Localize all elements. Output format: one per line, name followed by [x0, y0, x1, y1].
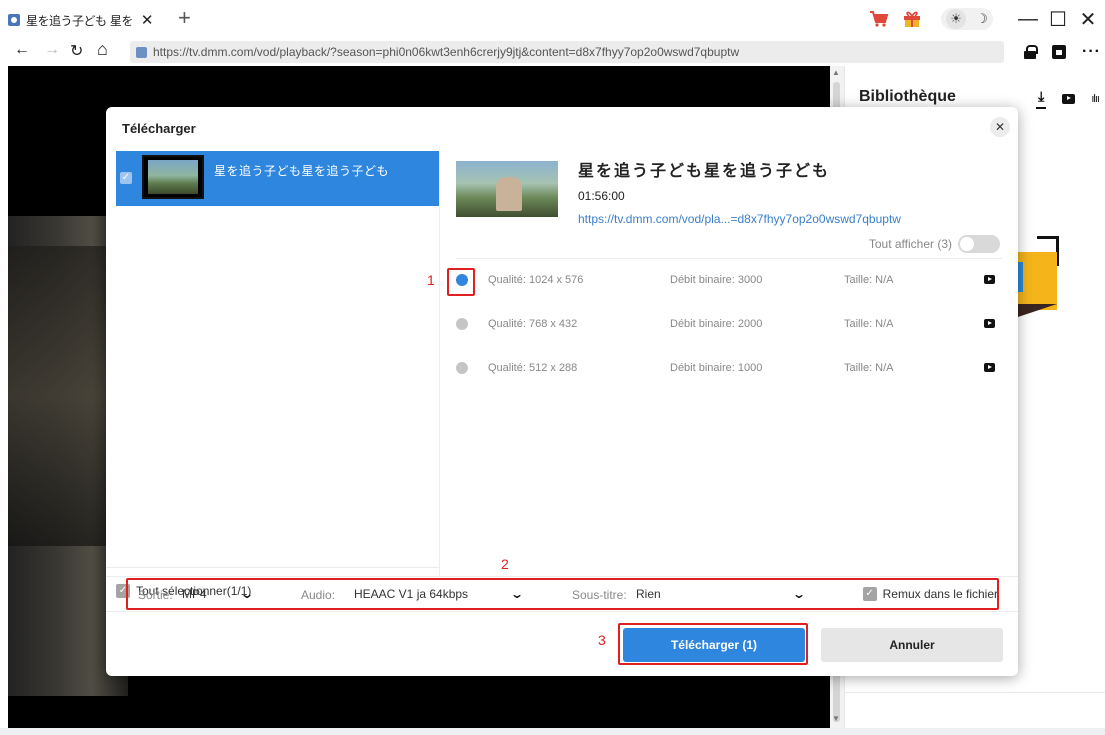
- forward-icon[interactable]: →: [44, 41, 60, 59]
- library-tabs: ⤓ ılıı: [1036, 88, 1100, 109]
- video-list-item[interactable]: ✓ 星を追う子ども星を追う子ども: [116, 151, 439, 206]
- toggle-switch[interactable]: [958, 235, 1000, 253]
- address-bar-actions: ···: [1024, 40, 1101, 64]
- annotation-number: 2: [501, 556, 509, 572]
- home-icon[interactable]: ⌂: [97, 39, 108, 60]
- download-tab-icon[interactable]: ⤓: [1036, 88, 1047, 109]
- divider: [106, 567, 440, 568]
- annotation-box-download: [618, 623, 808, 665]
- bitrate-label: Débit binaire: 2000: [670, 318, 763, 330]
- quality-option[interactable]: Qualité: 1024 x 576 Débit binaire: 3000 …: [456, 268, 1002, 292]
- theme-toggle[interactable]: ☀ ☽: [941, 8, 993, 30]
- scroll-up-icon[interactable]: ▲: [832, 68, 840, 77]
- video-title: 星を追う子ども星を追う子ども: [578, 161, 831, 180]
- new-tab-button[interactable]: +: [178, 5, 191, 31]
- more-icon[interactable]: ···: [1082, 43, 1101, 61]
- sun-icon: ☀: [946, 9, 967, 29]
- lock-icon[interactable]: [1024, 45, 1039, 59]
- dialog-title: Télécharger: [122, 121, 196, 136]
- bitrate-label: Débit binaire: 1000: [670, 362, 763, 374]
- tab-bar: 星を追う子ども 星を ✕ + ☀ ☽ — ☐ ✕: [0, 0, 1105, 38]
- quality-label: Qualité: 512 x 288: [488, 362, 578, 374]
- video-thumbnail: [456, 161, 558, 217]
- size-label: Taille: N/A: [844, 318, 894, 330]
- scroll-down-icon[interactable]: ▼: [832, 714, 840, 723]
- back-icon[interactable]: ←: [14, 41, 30, 59]
- site-icon: [136, 46, 147, 58]
- size-label: Taille: N/A: [844, 274, 894, 286]
- browser-tab[interactable]: 星を追う子ども 星を ✕: [8, 9, 153, 31]
- dialog-close-icon[interactable]: ✕: [990, 117, 1010, 137]
- tab-title: 星を追う子ども 星を: [26, 13, 133, 28]
- favicon-icon: [8, 14, 20, 26]
- library-divider: [845, 692, 1105, 693]
- show-all-label: Tout afficher (3): [868, 237, 952, 251]
- item-thumbnail: [142, 155, 204, 199]
- show-all-toggle[interactable]: Tout afficher (3): [869, 235, 1000, 253]
- maximize-icon[interactable]: ☐: [1045, 7, 1071, 32]
- url-text: https://tv.dmm.com/vod/playback/?season=…: [153, 45, 740, 59]
- library-illustration: [1015, 236, 1075, 326]
- quality-label: Qualité: 768 x 432: [488, 318, 578, 330]
- quality-option[interactable]: Qualité: 768 x 432 Débit binaire: 2000 T…: [456, 312, 1002, 336]
- video-list: ✓ 星を追う子ども星を追う子ども ✓ Tout sélectionner(1/1…: [106, 147, 440, 598]
- reload-icon[interactable]: ↻: [70, 41, 83, 61]
- video-url-link[interactable]: https://tv.dmm.com/vod/pla...=d8x7fhyy7o…: [578, 212, 901, 226]
- bitrate-label: Débit binaire: 3000: [670, 274, 763, 286]
- video-duration: 01:56:00: [578, 189, 625, 203]
- divider: [456, 258, 1002, 259]
- quality-label: Qualité: 1024 x 576: [488, 274, 584, 286]
- moon-icon: ☽: [976, 11, 988, 26]
- gift-icon[interactable]: [903, 10, 921, 28]
- audio-tab-icon[interactable]: ılıı: [1091, 93, 1100, 105]
- minimize-icon[interactable]: —: [1015, 8, 1041, 31]
- radio-button[interactable]: [456, 318, 468, 330]
- size-label: Taille: N/A: [844, 362, 894, 374]
- radio-button[interactable]: [456, 362, 468, 374]
- status-strip: [0, 728, 1105, 735]
- youtube-icon: [984, 319, 995, 328]
- library-title: Bibliothèque: [859, 88, 956, 105]
- annotation-box-quality: [447, 268, 475, 296]
- youtube-icon: [984, 275, 995, 284]
- annotation-number: 1: [427, 272, 435, 288]
- video-details: 星を追う子ども星を追う子ども 01:56:00 https://tv.dmm.c…: [440, 147, 1018, 576]
- window-close-icon[interactable]: ✕: [1075, 7, 1101, 32]
- youtube-icon[interactable]: [1062, 93, 1076, 104]
- tab-bar-right: ☀ ☽ — ☐ ✕: [869, 0, 1105, 38]
- address-bar: ← → ↻ ⌂ https://tv.dmm.com/vod/playback/…: [0, 38, 1105, 66]
- item-checkbox[interactable]: ✓: [120, 172, 132, 184]
- store-icon[interactable]: [1052, 45, 1067, 59]
- cart-icon[interactable]: [869, 10, 889, 28]
- cancel-button[interactable]: Annuler: [821, 628, 1003, 662]
- tab-close-icon[interactable]: ✕: [141, 11, 154, 29]
- youtube-icon: [984, 363, 995, 372]
- item-title: 星を追う子ども星を追う子ども: [214, 164, 390, 178]
- annotation-number: 3: [598, 632, 606, 648]
- quality-option[interactable]: Qualité: 512 x 288 Débit binaire: 1000 T…: [456, 356, 1002, 380]
- annotation-box-options: [126, 578, 999, 610]
- url-field[interactable]: https://tv.dmm.com/vod/playback/?season=…: [130, 41, 1004, 63]
